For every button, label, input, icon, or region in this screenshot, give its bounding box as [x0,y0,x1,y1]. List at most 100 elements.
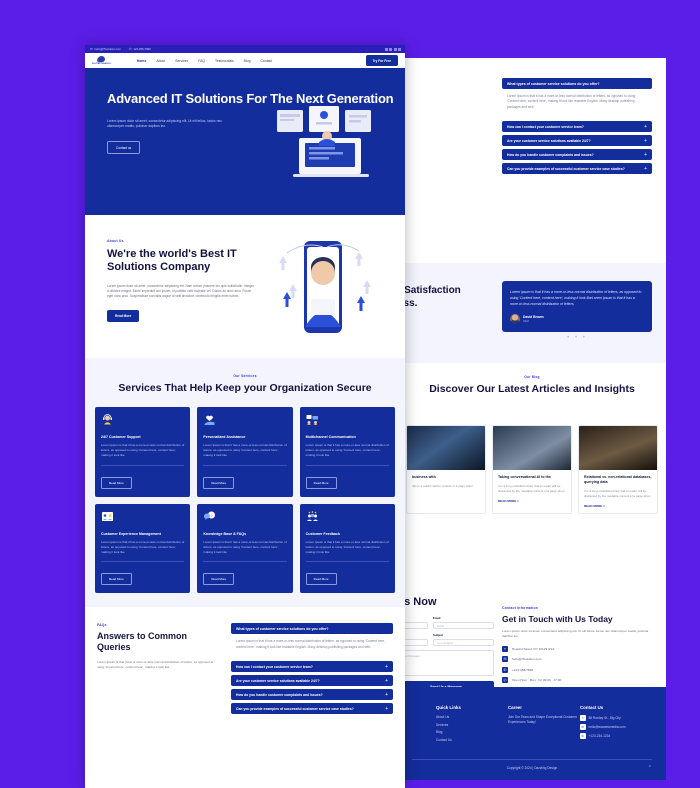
contact-email: hello@ITsolution.com [512,657,542,662]
blog-card-list: business with this is a reader will be c… [406,425,658,514]
logo[interactable]: DIGITAL BRANCH [92,56,111,65]
nav-item-about[interactable]: About [156,59,165,63]
contact-line[interactable]: ✆ +123-456-7890 [502,666,652,673]
subject-field[interactable]: Your Subject [433,639,494,646]
nav-item-contact[interactable]: Contact [260,59,272,63]
copyright: Copyright © 2024 | Dazzling Design [412,759,652,770]
phone-icon: ✆ [580,733,586,739]
footer-contact-line[interactable]: ✆ +123-234-1234 [580,733,652,739]
faq-item-label: How can I contact your customer service … [236,664,313,669]
topbar-phone[interactable]: ✆ 123-456-7890 [129,47,151,51]
footer-link[interactable]: About Us [436,715,508,719]
about-section: About Us We're the world's Best IT Solut… [85,215,405,358]
window-dot[interactable] [398,47,401,51]
service-text: Lorem Ipsum is that it has a more-or-les… [101,539,185,555]
blog-card-excerpt: It is a long established fact that a rea… [584,488,651,498]
nav-item-faq[interactable]: FAQ [198,59,205,63]
carousel-dots-icon[interactable]: • • • [502,335,652,341]
topbar-email[interactable]: ✉ hello@ITsolution.com [90,47,121,51]
blog-card-title: business with [412,475,436,479]
faq-item[interactable]: How can I contact your customer service … [231,661,393,673]
contact-line: ⌖ Howard Street, NY 10129 USA [502,645,652,652]
faq-section: FAQs Answers to Common Queries Lorem Ips… [85,607,405,715]
hero-contact-button[interactable]: Contact us [107,141,141,155]
service-title: 24/7 Customer Support [101,434,141,439]
faq-open-question[interactable]: What types of customer service solutions… [231,623,393,635]
blog-card[interactable]: business with this is a reader will be c… [406,425,486,514]
right-page-panel: What types of customer service solutions… [398,58,666,780]
service-read-more-button[interactable]: Read More [203,476,235,489]
service-read-more-button[interactable]: Read More [305,476,337,489]
blog-card[interactable]: Relational vs. non-relational databases,… [578,425,658,514]
faq-item[interactable]: Can you provide examples of successful c… [502,163,652,175]
blog-read-more-link[interactable]: READ MORE > [498,499,566,503]
window-dot[interactable] [389,47,392,51]
faq-open-answer: Lorem Ipsum is that it has a more-or-les… [236,639,386,649]
blog-card[interactable]: Taking conversational AI to the It is a … [492,425,572,514]
service-text: Lorem Ipsum is that it has a more-or-les… [203,442,287,458]
window-dot[interactable] [384,47,388,51]
footer-link[interactable]: Services [436,723,508,727]
email-label: Email [433,616,441,620]
service-card[interactable]: Customer Feedback Lorem Ipsum is that it… [299,503,395,594]
top-info-bar: ✉ hello@ITsolution.com ✆ 123-456-7890 [85,45,405,53]
service-read-more-button[interactable]: Read More [305,573,337,586]
service-card[interactable]: Personalized Assistance Lorem Ipsum is t… [197,406,293,497]
footer-heading: Career [508,705,522,710]
faq-item-label: How do you handle customer complaints an… [236,692,323,697]
try-for-free-button[interactable]: Try For Free [365,55,398,66]
service-read-more-button[interactable]: Read More [203,573,235,586]
site-navbar: DIGITAL BRANCH Home About Services FAQ T… [85,53,405,68]
faq-open-question[interactable]: What types of customer service solutions… [502,78,652,89]
blog-read-more-link[interactable]: READ MORE > [584,504,652,508]
service-text: Lorem Ipsum is that it has a more-or-les… [203,539,287,555]
hero-illustration [277,106,371,177]
testimonial-author: David Brown CEO [510,314,644,325]
divider [203,464,287,466]
services-header: Our Services Services That Help Keep you… [95,374,395,395]
service-read-more-button[interactable]: Read More [101,476,132,489]
faq-item[interactable]: Are your customer service solutions avai… [231,675,393,687]
faq-item-label: Can you provide examples of successful c… [507,166,625,171]
footer-link[interactable]: Blog [436,730,508,734]
chevron-up-icon[interactable]: ⌃ [648,765,652,771]
service-title: Multichannel Communication [305,434,356,439]
nav-item-home[interactable]: Home [137,59,146,63]
nav-item-blog[interactable]: Blog [244,59,251,63]
window-controls[interactable] [384,47,401,51]
contact-line[interactable]: ✉ hello@ITsolution.com [502,656,652,663]
faq-paragraph: Lorem Ipsum is that it has a more-or-les… [97,660,214,670]
faq-accordion-left: What types of customer service solutions… [231,623,393,715]
service-card[interactable]: Customer Experience Management Lorem Ips… [95,503,191,594]
service-title: Customer Feedback [305,531,341,536]
nav-item-services[interactable]: Services [175,59,188,63]
contact-paragraph: Lorem ipsum dolor sit amet, consectetur … [502,629,649,639]
about-illustration [279,241,371,333]
service-card[interactable]: 24/7 Customer Support Lorem Ipsum is tha… [95,406,191,497]
blog-header: Our Blog Discover Our Latest Articles an… [398,363,666,396]
faq-item[interactable]: Are your customer service solutions avai… [502,135,652,147]
service-card[interactable]: Multichannel Communication Lorem Ipsum i… [299,406,395,497]
faq-item[interactable]: How do you handle customer complaints an… [502,149,652,161]
services-grid: 24/7 Customer Support Lorem Ipsum is tha… [95,406,395,594]
footer-career-text: Join Our Team and Shape Exceptional Cust… [508,715,578,725]
window-dot[interactable] [393,47,397,51]
about-read-more-button[interactable]: Read More [107,309,140,322]
footer-contact-line[interactable]: ✉ hello@wwwwwmedia.com [580,724,652,730]
mail-icon: ✉ [90,47,93,51]
faq-item[interactable]: How do you handle customer complaints an… [231,689,393,701]
satisfaction-title: f Satisfaction ess. [398,285,461,309]
service-card[interactable]: ? Knowledge Base & FAQs Lorem Ipsum is t… [197,503,293,594]
footer-link[interactable]: Contact Us [436,738,508,742]
blog-title: Discover Our Latest Articles and Insight… [429,383,635,395]
service-read-more-button[interactable]: Read More [101,573,132,586]
faq-item[interactable]: How can I contact your customer service … [502,121,652,133]
nav-item-testimonials[interactable]: Testimonials [215,59,234,63]
faq-item[interactable]: Can you provide examples of successful c… [231,703,393,715]
faq-accordion-right: What types of customer service solutions… [502,78,652,175]
message-textarea[interactable]: Your Message [398,650,494,676]
blog-card-title: Taking conversational AI to the [498,475,551,479]
testimonial-card: Lorem Ipsum is that it has a more-or-les… [502,281,652,333]
email-field[interactable]: Email [433,622,494,629]
team-meeting-photo [493,426,571,470]
